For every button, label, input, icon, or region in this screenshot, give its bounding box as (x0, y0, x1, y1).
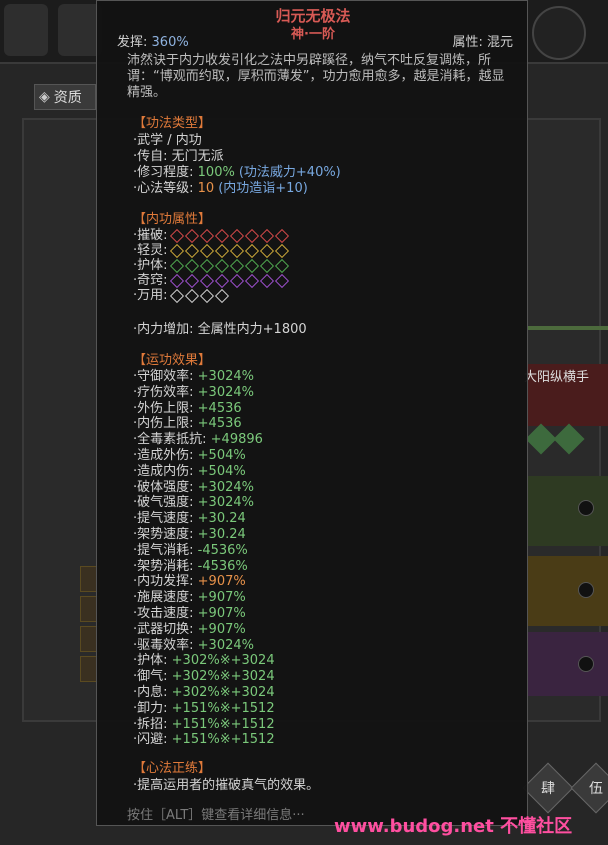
diamond-meter (169, 288, 229, 303)
neili-label: ·内力增加: (133, 322, 194, 337)
effect-row: ·闪避: +151%※+1512 (133, 728, 275, 747)
diamond-label: 伍 (589, 781, 603, 797)
skill-name: 大阳纵横手 (524, 370, 590, 385)
type-label: ·心法等级: (133, 181, 194, 196)
slot-dot-icon (578, 500, 594, 516)
diamond-pip-icon (169, 288, 184, 303)
power-value: 360% (151, 35, 189, 50)
diamond-pip-icon (259, 273, 274, 288)
slot-dot-icon (578, 656, 594, 672)
key-dian[interactable] (525, 423, 557, 455)
attribute-stat: 属性: 混元 (452, 31, 513, 50)
neili-row: ·内力增加: 全属性内力+1800 (133, 318, 307, 337)
character-portrait[interactable] (4, 4, 48, 56)
diamond-pip-icon (214, 288, 229, 303)
neigong-label: ·万用: (133, 288, 168, 303)
key-na[interactable] (553, 423, 585, 455)
power-label: 发挥: (117, 35, 148, 50)
description: 沛然诀于内力收发引化之法中另辟蹊径，纳气不吐反复调炼，所谓：“博观而约取，厚积而… (127, 53, 505, 100)
diamond-icon: ◈ (39, 89, 50, 105)
footer-hint: 按住［ALT］键查看详细信息··· (127, 808, 305, 823)
skill-tooltip: 归元无极法 神·一阶 发挥: 360% 属性: 混元 沛然诀于内力收发引化之法中… (96, 0, 528, 826)
attr-value: 混元 (486, 35, 513, 50)
effect-value: +151%※+1512 (171, 732, 275, 748)
power-stat: 发挥: 360% (117, 31, 189, 50)
neigong-row: ·万用: (133, 284, 229, 303)
type-extra: (内功造诣+10) (218, 181, 308, 196)
diamond-pip-icon (244, 273, 259, 288)
diamond-pip-icon (229, 273, 244, 288)
type-row: ·心法等级: 10 (内功造诣+10) (133, 177, 308, 196)
diamond-button-4[interactable]: 肆 (522, 762, 574, 814)
tab-label: 资质 (53, 90, 82, 106)
neili-value: 全属性内力+1800 (197, 322, 307, 337)
effect-label: ·闪避: (133, 732, 168, 748)
diamond-button-5[interactable]: 伍 (570, 762, 608, 814)
seal-emblem (532, 6, 586, 60)
diamond-pip-icon (274, 273, 289, 288)
diamond-label: 肆 (541, 781, 555, 797)
zhenglian-text: ·提高运用者的摧破真气的效果。 (133, 778, 320, 793)
skill-slot[interactable] (528, 556, 608, 626)
watermark: www.budog.net 不懂社区 (334, 816, 573, 837)
attr-label: 属性: (452, 35, 483, 50)
slot-dot-icon (578, 582, 594, 598)
tab-aptitude[interactable]: ◈ 资质 (34, 84, 96, 110)
diamond-pip-icon (199, 288, 214, 303)
skill-slot[interactable] (528, 632, 608, 696)
divider (528, 326, 608, 330)
type-value: 10 (197, 181, 215, 196)
key-bindings (525, 423, 585, 455)
diamond-pip-icon (184, 288, 199, 303)
skill-slot[interactable] (528, 476, 608, 546)
bottom-diamonds: 肆 伍 (522, 762, 608, 814)
